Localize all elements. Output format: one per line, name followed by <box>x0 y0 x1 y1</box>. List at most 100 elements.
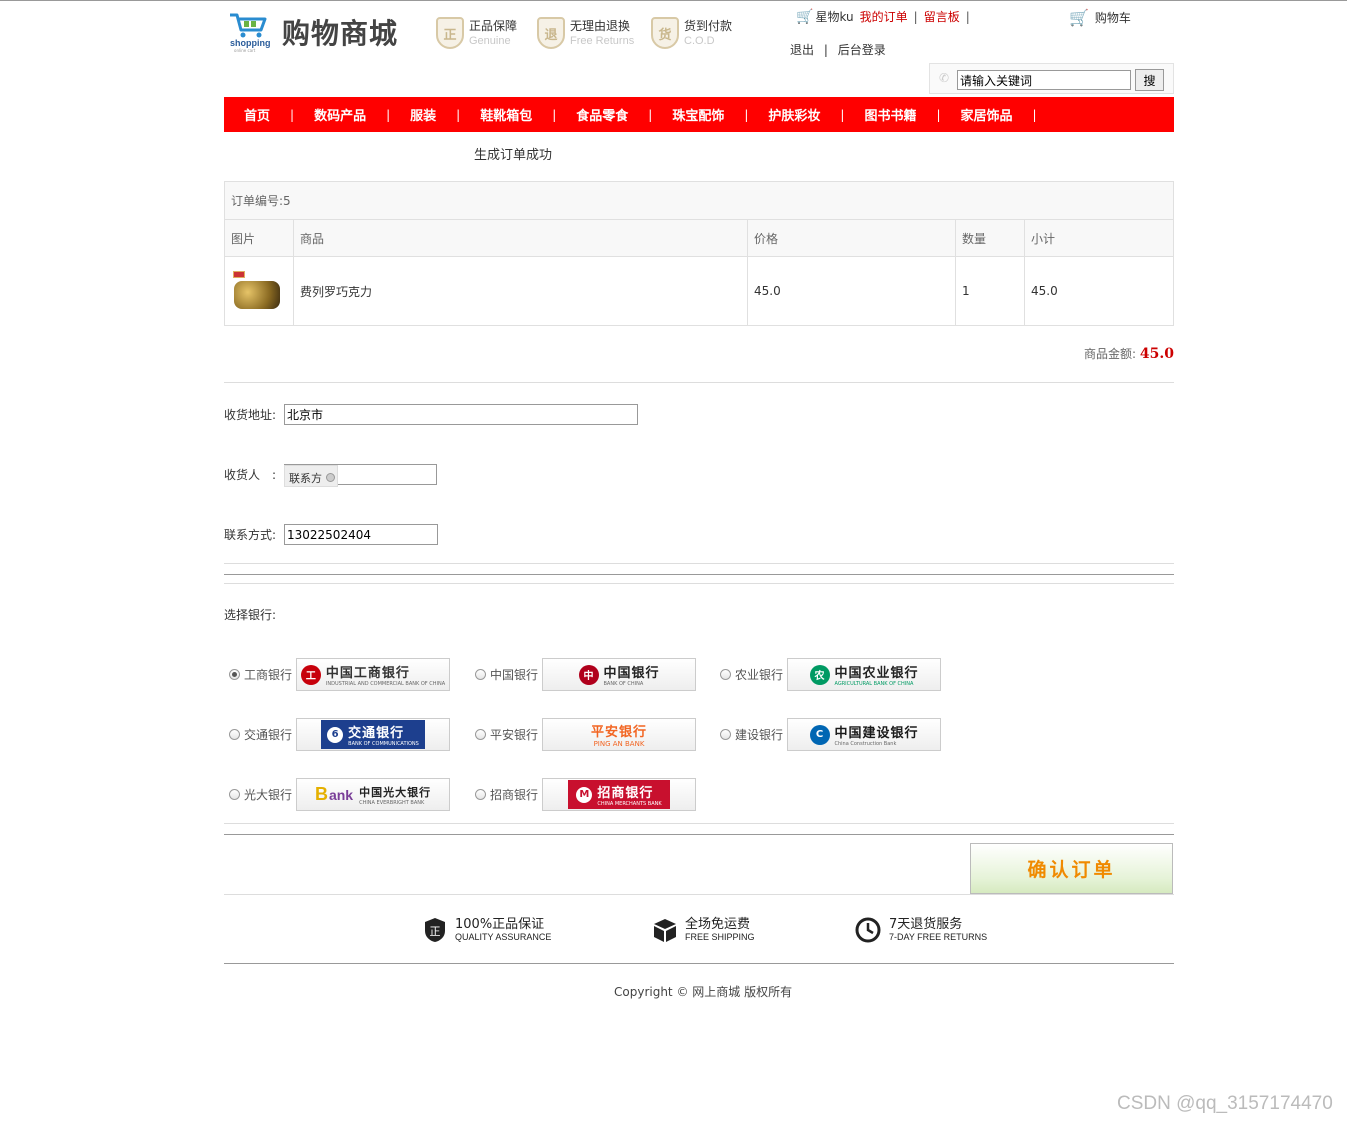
table-header-row: 图片 商品 价格 数量 小计 <box>224 219 1174 257</box>
service-subtitle: 7-DAY FREE RETURNS <box>889 932 988 942</box>
site-logo[interactable]: shopping online cart 购物商城 <box>228 12 398 53</box>
service-returns: 7天退货服务 7-DAY FREE RETURNS <box>855 917 987 943</box>
returns-badge-icon: 退 <box>537 17 565 49</box>
cmb-emblem-icon: M <box>576 786 593 803</box>
bank-radio-bocom[interactable] <box>229 729 240 740</box>
nav-separator: | <box>386 107 391 122</box>
divider <box>224 834 1174 835</box>
nav-item-shoes-bags[interactable]: 鞋靴箱包 <box>480 105 532 124</box>
bank-radio-abc[interactable] <box>720 669 731 680</box>
cart-label: 购物车 <box>1094 11 1131 25</box>
bank-radio-cmb[interactable] <box>475 789 486 800</box>
username-link[interactable]: 星物ku <box>815 8 853 25</box>
confirm-order-button[interactable]: 确认订单 <box>970 843 1173 894</box>
pingan-logo[interactable]: 平安银行 PING AN BANK <box>542 718 697 751</box>
cart-logo-icon: shopping online cart <box>228 12 276 53</box>
svg-text:正: 正 <box>430 925 441 938</box>
nav-item-home[interactable]: 首页 <box>244 105 270 124</box>
nav-item-food[interactable]: 食品零食 <box>576 105 628 124</box>
nav-separator: | <box>290 107 295 122</box>
main-nav: 首页 | 数码产品 | 服装 | 鞋靴箱包 | 食品零食 | 珠宝配饰 | 护肤彩妆 | 图书… <box>224 97 1174 132</box>
shield-icon: 正 <box>425 918 445 942</box>
radio-dot-icon <box>326 473 335 482</box>
bank-radio-ceb[interactable] <box>229 789 240 800</box>
receiver-label: 收货人 : <box>224 468 277 482</box>
bank-radio-boc[interactable] <box>475 669 486 680</box>
divider <box>224 894 1174 895</box>
nav-item-home-decor[interactable]: 家居饰品 <box>961 105 1013 124</box>
bank-name: 光大银行 <box>244 788 293 802</box>
total-label: 商品金额: <box>1084 347 1137 361</box>
order-number: 订单编号:5 <box>224 181 1174 220</box>
bank-name: 平安银行 <box>490 728 539 742</box>
boc-emblem-icon: 中 <box>578 664 599 685</box>
product-name[interactable]: 费列罗巧克力 <box>293 256 748 326</box>
service-title: 全场免运费 <box>685 917 751 932</box>
search-button[interactable]: 搜 <box>1135 69 1164 91</box>
col-header-subtotal: 小计 <box>1024 219 1174 257</box>
bank-option-ceb: 光大银行 B ank 中国光大银行 CHINA EVERBRIGHT BANK <box>229 778 451 811</box>
my-orders-link[interactable]: 我的订单 <box>860 8 908 25</box>
abc-logo[interactable]: 农 中国农业银行 AGRICULTURAL BANK OF CHINA <box>787 658 942 691</box>
nav-item-digital[interactable]: 数码产品 <box>314 105 366 124</box>
product-subtotal: 45.0 <box>1024 256 1174 326</box>
ceb-b-icon: B <box>314 784 328 804</box>
cmb-logo[interactable]: M 招商银行 CHINA MERCHANTS BANK <box>542 778 697 811</box>
bocom-logo[interactable]: 6 交通银行 BANK OF COMMUNICATIONS <box>296 718 451 751</box>
clock-icon <box>855 917 881 943</box>
promise-subtitle: Free Returns <box>570 35 635 47</box>
icbc-logo[interactable]: 工 中国工商银行 INDUSTRIAL AND COMMERCIAL BANK … <box>296 658 451 691</box>
service-title: 7天退货服务 <box>889 917 963 932</box>
bank-logo-text: 招商银行 <box>597 786 654 801</box>
col-header-price: 价格 <box>747 219 956 257</box>
nav-item-jewelry[interactable]: 珠宝配饰 <box>672 105 724 124</box>
bank-radio-pingan[interactable] <box>475 729 486 740</box>
bank-section-label: 选择银行: <box>224 608 277 622</box>
bank-logo-text: 交通银行 <box>348 726 405 741</box>
logo-word: shopping <box>230 38 271 48</box>
order-total: 商品金额: 45.0 <box>1084 345 1174 362</box>
bank-logo-text: 中国银行 <box>603 666 660 681</box>
autofill-chip[interactable]: 联系方 <box>284 465 338 487</box>
cart-icon: 🛒 <box>1069 8 1089 27</box>
nav-separator: | <box>744 107 749 122</box>
product-qty: 1 <box>955 256 1025 326</box>
bocom-emblem-icon: 6 <box>327 726 344 743</box>
product-price: 45.0 <box>747 256 956 326</box>
cart-link[interactable]: 🛒 购物车 <box>1069 8 1131 27</box>
nav-separator: | <box>840 107 845 122</box>
bank-option-ccb: 建设银行 C 中国建设银行 China Construction Bank <box>720 718 942 751</box>
bank-name: 交通银行 <box>244 728 293 742</box>
promise-title: 货到付款 <box>684 19 733 33</box>
search-input[interactable] <box>957 70 1131 90</box>
bank-radio-ccb[interactable] <box>720 729 731 740</box>
bank-logo-sub: CHINA EVERBRIGHT BANK <box>359 799 425 806</box>
admin-login-link[interactable]: 后台登录 <box>838 43 886 57</box>
message-board-link[interactable]: 留言板 <box>924 8 960 25</box>
bank-logo-text: 中国农业银行 <box>834 666 919 681</box>
divider <box>224 563 1174 564</box>
nav-item-clothing[interactable]: 服装 <box>410 105 436 124</box>
cart-icon: 🛒 <box>796 8 814 25</box>
bank-option-boc: 中国银行 中 中国银行 BANK OF CHINA <box>475 658 697 691</box>
chocolate-image[interactable] <box>231 271 283 311</box>
bank-logo-sub: BANK OF COMMUNICATIONS <box>348 741 419 747</box>
address-input[interactable] <box>284 404 638 425</box>
nav-separator: | <box>648 107 653 122</box>
phone-input[interactable] <box>284 524 438 545</box>
nav-item-cosmetics[interactable]: 护肤彩妆 <box>768 105 820 124</box>
bank-logo-text: 中国光大银行 <box>359 785 432 799</box>
service-subtitle: QUALITY ASSURANCE <box>455 932 552 942</box>
search-box: ✆ 搜 <box>929 63 1174 94</box>
boc-logo[interactable]: 中 中国银行 BANK OF CHINA <box>542 658 697 691</box>
nav-item-books[interactable]: 图书书籍 <box>864 105 916 124</box>
bank-logo-sub: INDUSTRIAL AND COMMERCIAL BANK OF CHINA <box>325 681 446 687</box>
bank-radio-icbc[interactable] <box>229 669 240 680</box>
abc-emblem-icon: 农 <box>809 664 830 685</box>
ccb-logo[interactable]: C 中国建设银行 China Construction Bank <box>787 718 942 751</box>
logout-link[interactable]: 退出 <box>790 43 814 57</box>
bank-option-cmb: 招商银行 M 招商银行 CHINA MERCHANTS BANK <box>475 778 697 811</box>
bank-logo-text: 中国工商银行 <box>325 666 410 681</box>
ceb-logo[interactable]: B ank 中国光大银行 CHINA EVERBRIGHT BANK <box>296 778 451 811</box>
autofill-chip-label: 联系方 <box>289 472 322 485</box>
